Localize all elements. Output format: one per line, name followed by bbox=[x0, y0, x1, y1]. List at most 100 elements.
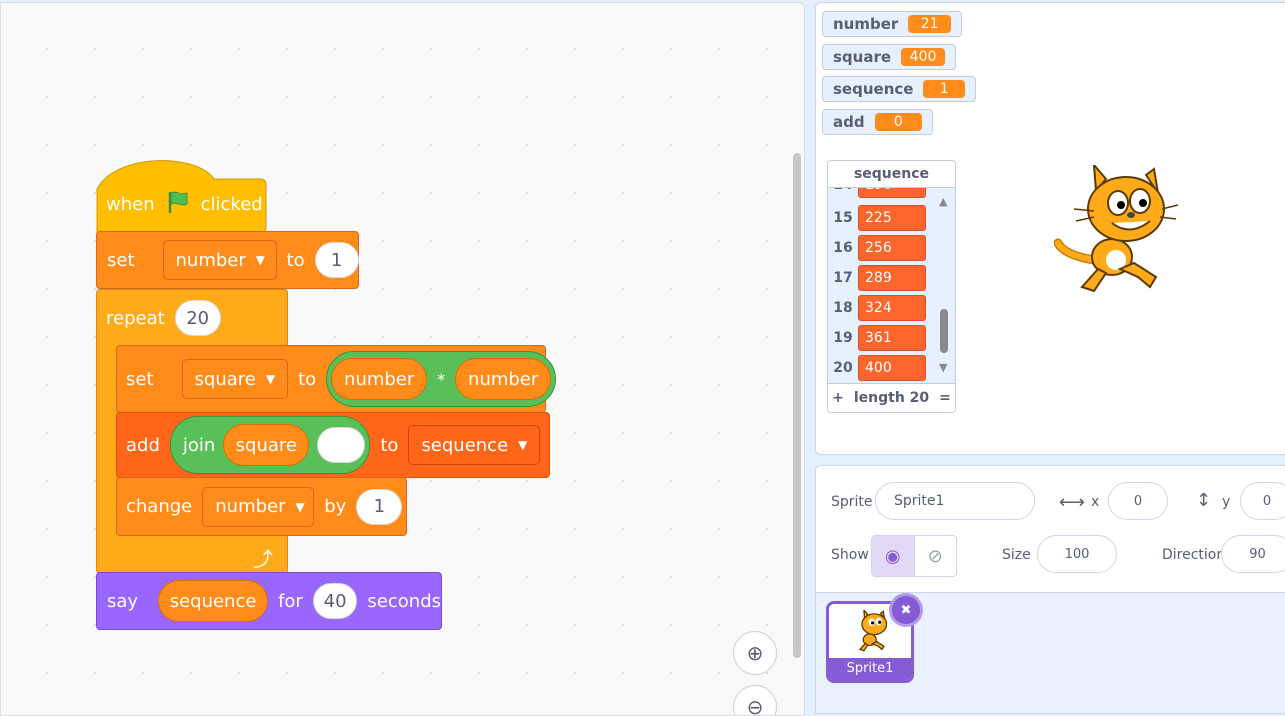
to-label: to bbox=[380, 434, 399, 456]
list-row-value[interactable]: 361 bbox=[858, 325, 926, 351]
list-monitor-sequence[interactable]: 14 196 sequence 15225 16256 17289 18324 … bbox=[827, 160, 956, 413]
list-row-index: 15 bbox=[833, 210, 853, 226]
chevron-down-icon: ▼ bbox=[255, 253, 266, 267]
list-add-button[interactable]: + bbox=[828, 390, 848, 406]
sprite-name-field[interactable]: Sprite1 bbox=[875, 482, 1035, 520]
code-workspace[interactable]: when clicked set number ▼ to 1 repeat 20 … bbox=[0, 2, 805, 716]
monitor-label: sequence bbox=[833, 80, 914, 98]
chevron-down-icon: ▼ bbox=[295, 499, 305, 514]
list-row-value[interactable]: 225 bbox=[858, 205, 926, 231]
change-number-block[interactable]: change number ▼ by 1 bbox=[116, 477, 407, 536]
vertical-arrows-icon: ↕ bbox=[1196, 490, 1212, 511]
list-row-value[interactable]: 256 bbox=[858, 235, 926, 261]
visibility-toggle[interactable]: ◉ ⊘ bbox=[871, 535, 957, 577]
list-row-index: 18 bbox=[833, 300, 853, 316]
variable-monitor-square[interactable]: square 400 bbox=[822, 44, 956, 70]
change-value-input[interactable]: 1 bbox=[356, 488, 403, 525]
list-title: sequence bbox=[828, 161, 955, 188]
monitor-value: 21 bbox=[908, 15, 951, 33]
for-label: for bbox=[278, 590, 303, 612]
list-row-index: 20 bbox=[833, 360, 853, 376]
eye-icon: ◉ bbox=[884, 545, 901, 567]
sprite-name-label: Sprite bbox=[831, 494, 873, 510]
list-resize-handle[interactable]: = bbox=[935, 390, 955, 406]
sprite-list-panel: Sprite1 ✖ bbox=[815, 592, 1285, 714]
monitor-value: 400 bbox=[901, 48, 945, 66]
dropdown-value: sequence bbox=[421, 434, 509, 456]
set-square-block[interactable]: set square ▼ to number * number bbox=[116, 345, 557, 413]
list-row: 19 361 bbox=[828, 323, 938, 353]
dropdown-value: number bbox=[175, 249, 246, 271]
scroll-up-icon: ▲ bbox=[939, 195, 948, 208]
size-label: Size bbox=[1002, 547, 1031, 563]
green-flag-icon bbox=[165, 189, 191, 220]
list-footer: + length 20 = bbox=[828, 383, 955, 412]
seconds-input[interactable]: 40 bbox=[312, 583, 358, 619]
hat-content: when clicked bbox=[106, 189, 263, 219]
to-label: to bbox=[286, 249, 305, 271]
zoom-out-button[interactable]: ⊖ bbox=[733, 685, 777, 715]
sequence-reporter[interactable]: sequence bbox=[158, 580, 269, 622]
direction-value: 90 bbox=[1249, 546, 1266, 562]
list-scrollbar[interactable]: ▲ ▼ bbox=[938, 191, 952, 381]
show-sprite-button[interactable]: ◉ bbox=[872, 536, 914, 576]
set-label: set bbox=[107, 249, 135, 271]
list-dropdown-sequence[interactable]: sequence ▼ bbox=[408, 425, 541, 465]
list-row-value[interactable]: 289 bbox=[858, 265, 926, 291]
list-scroll-thumb[interactable] bbox=[940, 309, 948, 353]
show-label: Show bbox=[831, 547, 869, 563]
multiply-operator[interactable]: number * number bbox=[326, 351, 557, 407]
y-label: y bbox=[1222, 494, 1231, 510]
direction-field[interactable]: 90 bbox=[1221, 535, 1285, 573]
monitor-value: 0 bbox=[874, 113, 922, 131]
workspace-scrollbar[interactable] bbox=[793, 153, 801, 658]
variable-monitor-number[interactable]: number 21 bbox=[822, 11, 962, 37]
variable-monitor-add[interactable]: add 0 bbox=[822, 109, 933, 135]
set-number-block[interactable]: set number ▼ to 1 bbox=[96, 231, 359, 289]
monitor-value: 1 bbox=[923, 80, 965, 98]
variable-monitor-sequence[interactable]: sequence 1 bbox=[822, 76, 976, 102]
list-row: 18 324 bbox=[828, 293, 938, 323]
join-operator[interactable]: join square bbox=[169, 416, 371, 474]
say-for-seconds-block[interactable]: say sequence for 40 seconds bbox=[96, 572, 442, 630]
cat-thumbnail-icon bbox=[858, 610, 888, 652]
y-field[interactable]: 0 bbox=[1240, 482, 1285, 520]
repeat-count-input[interactable]: 20 bbox=[174, 300, 221, 336]
list-row-value[interactable]: 400 bbox=[858, 355, 926, 381]
repeat-label: repeat bbox=[106, 307, 165, 329]
list-row-index: 17 bbox=[833, 270, 853, 286]
zoom-in-button[interactable]: ⊕ bbox=[733, 631, 777, 675]
say-label: say bbox=[107, 590, 139, 612]
list-row-value[interactable]: 324 bbox=[858, 295, 926, 321]
cat-sprite[interactable] bbox=[1054, 165, 1178, 295]
dropdown-value: number bbox=[215, 496, 286, 517]
loop-arrow-icon: ⤴ bbox=[253, 547, 273, 571]
variable-dropdown-square[interactable]: square ▼ bbox=[181, 359, 289, 399]
x-value: 0 bbox=[1133, 493, 1143, 509]
size-field[interactable]: 100 bbox=[1037, 535, 1117, 573]
monitor-label: add bbox=[833, 113, 865, 131]
chevron-down-icon: ▼ bbox=[265, 372, 276, 386]
variable-dropdown-number[interactable]: number ▼ bbox=[202, 486, 315, 527]
x-field[interactable]: 0 bbox=[1108, 482, 1168, 520]
number-reporter[interactable]: number bbox=[331, 358, 428, 400]
variable-dropdown-number[interactable]: number ▼ bbox=[162, 240, 277, 280]
list-row: 20 400 bbox=[828, 353, 938, 383]
delete-sprite-button[interactable]: ✖ bbox=[889, 593, 923, 627]
by-label: by bbox=[324, 496, 347, 517]
number-reporter[interactable]: number bbox=[455, 358, 552, 400]
seconds-label: seconds bbox=[367, 590, 441, 612]
list-row-index: 16 bbox=[833, 240, 853, 256]
join-empty-input[interactable] bbox=[317, 427, 366, 463]
add-to-list-block[interactable]: add join square to sequence ▼ bbox=[116, 412, 550, 478]
sprite-tile-name: Sprite1 bbox=[829, 658, 911, 680]
sprite-info-panel: Sprite Sprite1 ⟷ x 0 ↕ y 0 Show ◉ ⊘ Size… bbox=[815, 465, 1285, 597]
value-input[interactable]: 1 bbox=[314, 242, 359, 278]
sprite-name-value: Sprite1 bbox=[894, 493, 945, 509]
scroll-down-icon: ▼ bbox=[939, 361, 948, 374]
hide-sprite-button[interactable]: ⊘ bbox=[913, 536, 956, 576]
zoom-in-icon: ⊕ bbox=[746, 641, 764, 665]
stage[interactable]: number 21 square 400 sequence 1 add 0 1 4… bbox=[815, 2, 1285, 455]
hat-clicked-label: clicked bbox=[200, 193, 263, 215]
square-reporter[interactable]: square bbox=[223, 424, 310, 466]
